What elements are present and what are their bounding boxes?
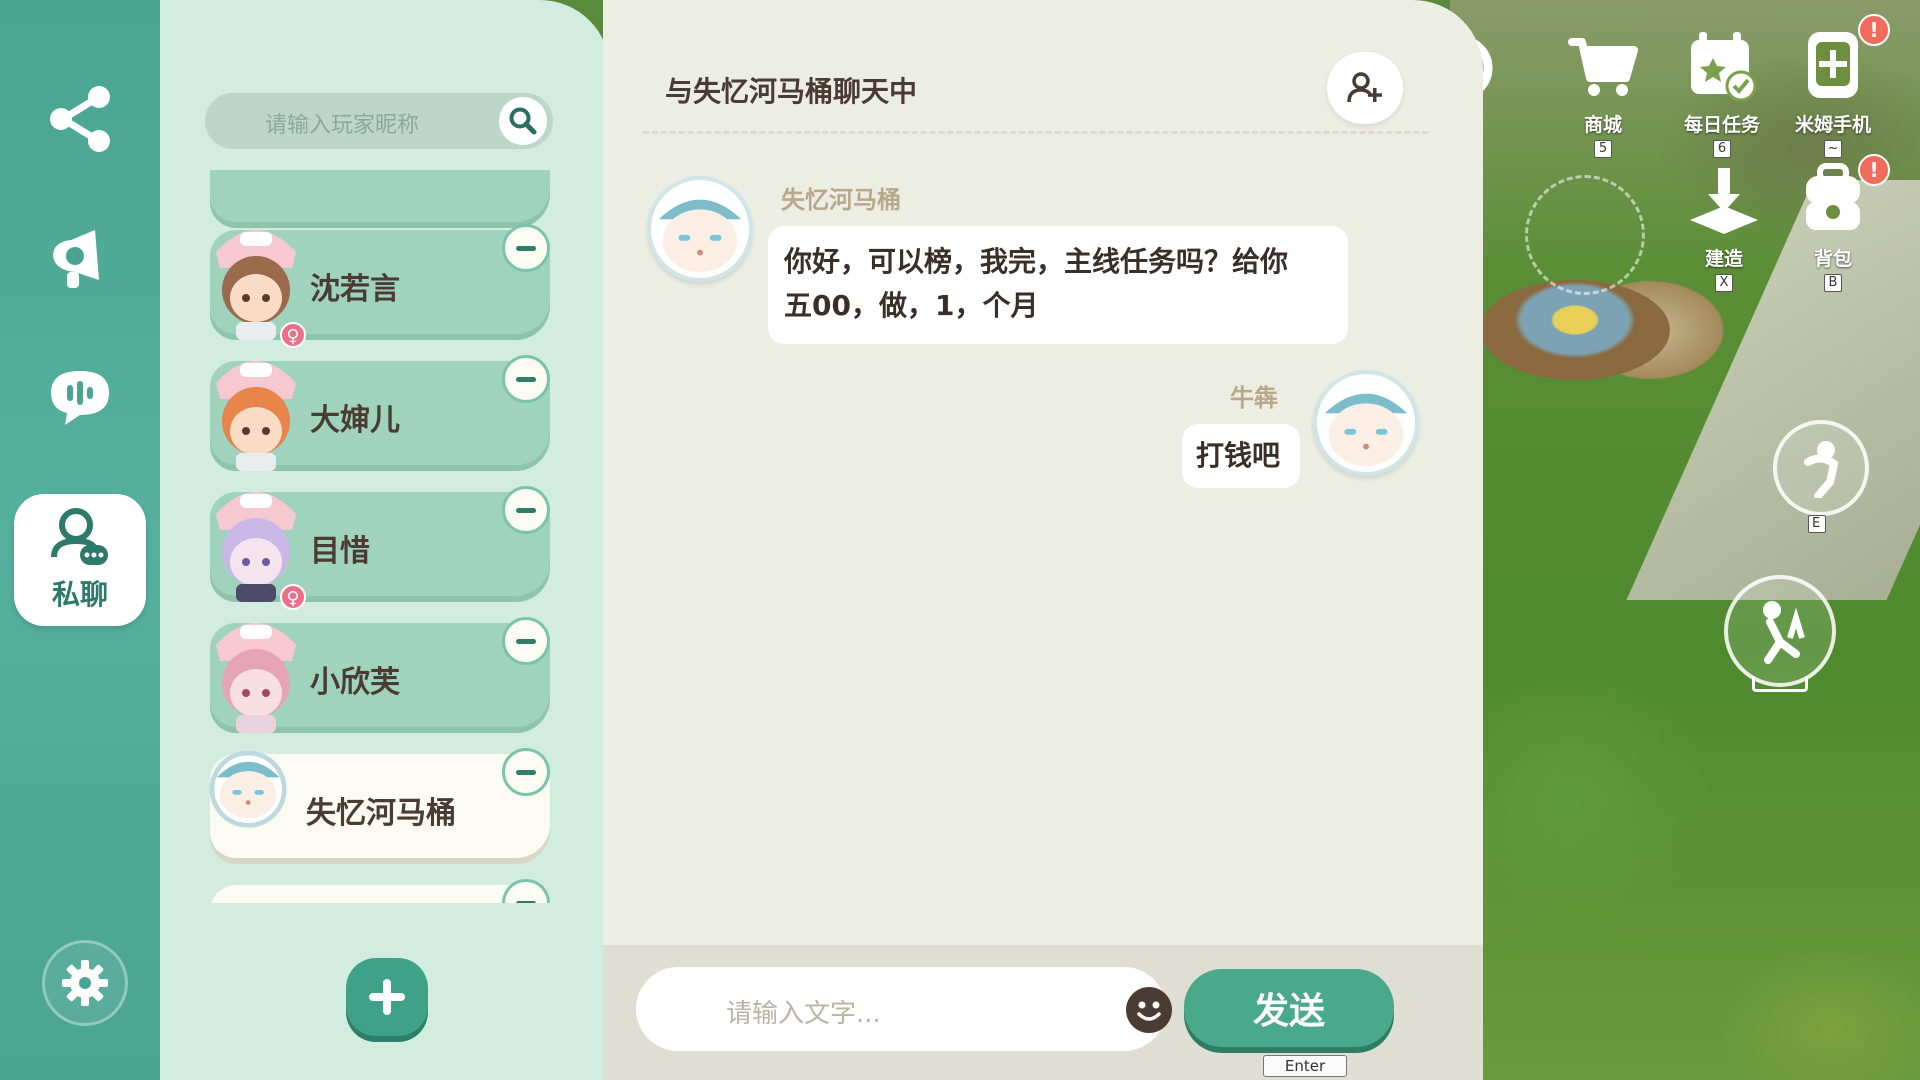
message-text-line: 你好，可以榜，我完，主线任务吗？给你 [784,245,1289,278]
hud-phone[interactable]: 米姆手机 ~ [1778,28,1888,158]
hud-build-key: X [1715,274,1733,292]
bird-nest [1480,280,1670,380]
hud-daily-tasks[interactable]: 每日任务 6 [1667,28,1777,158]
hud-backpack-key: B [1824,274,1842,292]
minus-icon [516,245,536,251]
hud-shop-key: 5 [1594,140,1612,158]
sidebar-item-private-chat[interactable]: 私聊 [14,494,146,626]
remove-friend-button[interactable] [502,617,550,665]
add-contact-button[interactable] [1327,52,1403,124]
hud-shop[interactable]: 商城 5 [1548,28,1658,158]
remove-friend-button[interactable] [502,486,550,534]
hud-daily-tasks-key: 6 [1713,140,1731,158]
hud-build-label: 建造 [1704,248,1743,270]
sidebar-item-voice[interactable] [30,352,130,442]
chat-input-bar: 请输入文字... 发送 Enter [603,945,1483,1080]
message-sender-name: 失忆河马桶 [781,186,901,214]
gear-icon [62,960,108,1006]
sidebar-item-broadcast[interactable] [30,214,130,304]
message-text: 打钱吧 [1196,439,1281,472]
message-input-placeholder: 请输入文字... [726,999,881,1029]
friend-name: 目惜 [310,534,370,569]
add-friend-button[interactable] [346,958,428,1036]
smiley-icon [1137,1001,1161,1021]
sidebar-item-share[interactable] [30,74,130,164]
friend-name: 大婶儿 [310,403,400,438]
phone-alert-badge: ! [1858,14,1890,46]
friend-avatar [216,623,296,733]
interact-button[interactable] [1773,420,1869,516]
sender-avatar[interactable] [647,176,753,282]
message-bubble-incoming: 你好，可以榜，我完，主线任务吗？给你 五00，做，1，个月 [768,226,1348,344]
build-icon [1690,168,1758,234]
hud-daily-tasks-label: 每日任务 [1683,114,1760,136]
friend-list[interactable]: ♀ 沈若言 大婶儿 ♀ 目惜 小欣芙 失忆河马桶 [160,170,610,903]
hud-shop-label: 商城 [1583,114,1622,136]
placement-marker [1525,175,1645,295]
shopping-cart-icon [1568,38,1638,96]
backpack-alert-badge: ! [1858,154,1890,186]
message-sender-name: 牛犇 [1230,384,1278,412]
remove-friend-button[interactable] [502,224,550,272]
friend-card[interactable]: ♀ 沈若言 [210,224,550,348]
spacebar-hint [1752,676,1808,692]
hippo-avatar-icon [658,199,742,273]
search-icon [509,107,537,135]
emoji-button[interactable] [1126,987,1172,1033]
hud-backpack-label: 背包 [1813,248,1852,270]
interact-pose-icon [1804,441,1839,498]
share-icon [50,86,110,152]
friend-card[interactable]: 大婶儿 [210,355,550,471]
private-chat-icon [51,508,108,565]
chat-panel: 与失忆河马桶聊天中 失忆河马桶 你好，可以榜，我完，主线任务吗？给你 五00，做… [603,0,1483,1080]
minus-icon [516,376,536,382]
jump-button[interactable] [1724,575,1836,687]
chat-title: 与失忆河马桶聊天中 [665,75,918,108]
hud-phone-label: 米姆手机 [1794,114,1871,136]
friend-name: 小欣芙 [310,665,400,700]
voice-chat-icon [51,371,109,425]
friend-card-partial-bottom[interactable] [210,879,550,903]
friend-avatar [216,361,296,471]
interact-key: E [1808,515,1826,533]
friend-name: 沈若言 [310,272,400,307]
settings-button[interactable] [42,940,128,1026]
friends-panel: 请输入玩家昵称 ♀ 沈若言 大婶儿 ♀ 目惜 小欣芙 失忆河马桶 [160,0,610,1080]
minus-icon [516,507,536,513]
phone-icon [1808,32,1858,98]
plus-icon [369,979,405,1015]
search-button[interactable] [499,97,547,145]
remove-friend-button[interactable] [502,355,550,403]
minus-icon [516,900,536,903]
sidebar-item-label: 私聊 [51,578,108,611]
remove-friend-button[interactable] [502,748,550,796]
sidebar-rail: 私聊 [0,0,160,1080]
hud-phone-key: ~ [1823,140,1843,158]
message-input[interactable]: 请输入文字... [636,967,1172,1051]
friend-avatar [209,750,287,828]
send-hotkey-hint: Enter [1263,1055,1347,1077]
hippo-avatar-icon [1324,393,1408,467]
add-user-icon [1347,72,1382,103]
calendar-check-icon [1691,32,1757,102]
minus-icon [516,638,536,644]
friend-card[interactable]: 小欣芙 [210,617,550,733]
message-bubble-outgoing: 打钱吧 [1182,424,1300,488]
friend-card[interactable]: ♀ 目惜 [210,486,550,610]
send-button[interactable]: 发送 [1184,969,1394,1047]
remove-friend-button[interactable] [502,879,550,903]
message-text-line: 五00，做，1，个月 [784,289,1039,322]
my-avatar[interactable] [1313,370,1419,476]
jump-pose-icon [1763,601,1805,664]
player-search-field[interactable]: 请输入玩家昵称 [205,93,553,149]
friend-name: 失忆河马桶 [306,796,456,831]
minus-icon [516,769,536,775]
hud-build[interactable]: 建造 X [1669,162,1779,292]
search-placeholder: 请输入玩家昵称 [265,113,420,138]
friend-card-selected[interactable]: 失忆河马桶 [209,748,550,858]
megaphone-icon [53,230,99,288]
chat-header-divider [643,131,1428,134]
